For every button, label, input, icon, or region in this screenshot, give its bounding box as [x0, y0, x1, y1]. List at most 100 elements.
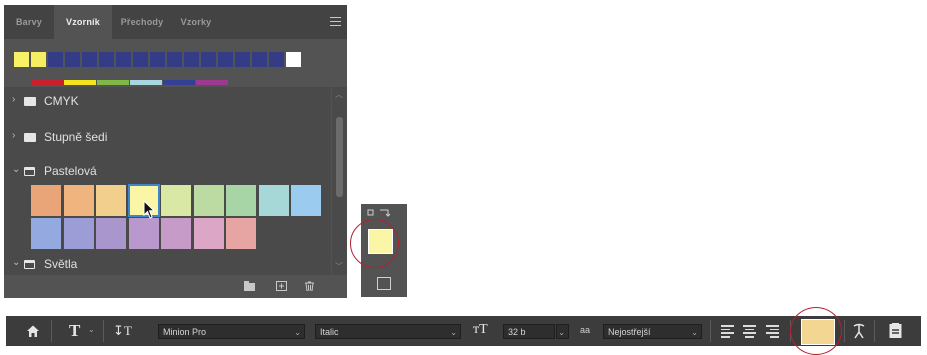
character-panel-icon[interactable]: [889, 323, 902, 339]
antialias-select[interactable]: Nejostřejší ⌄: [603, 324, 702, 339]
antialias-icon: aa: [580, 325, 591, 335]
recent-swatch[interactable]: [150, 52, 165, 67]
tab-vzornik[interactable]: Vzorník: [54, 5, 112, 39]
divider: [51, 320, 52, 342]
divider: [710, 320, 711, 342]
align-left-icon[interactable]: [721, 325, 734, 338]
ribbon-swatch[interactable]: [130, 80, 162, 85]
home-icon[interactable]: [26, 324, 40, 338]
chevron-right-icon[interactable]: ›: [12, 95, 22, 105]
highlight-circle: [790, 307, 842, 355]
pastel-swatch[interactable]: [96, 185, 126, 216]
panel-menu-icon[interactable]: [330, 17, 341, 27]
folder-open-icon: [24, 260, 35, 269]
font-style-select[interactable]: Italic ⌄: [315, 324, 461, 339]
group-label: Světla: [44, 257, 78, 271]
pastel-swatch[interactable]: [96, 218, 126, 249]
swatches-panel: Barvy Vzorník Přechody Vzorky › CMYK › S…: [4, 5, 347, 298]
recent-swatch[interactable]: [218, 52, 233, 67]
tab-vzorky[interactable]: Vzorky: [172, 5, 220, 39]
recent-swatch[interactable]: [167, 52, 182, 67]
ribbon-swatch[interactable]: [64, 80, 96, 85]
tab-barvy[interactable]: Barvy: [4, 5, 54, 39]
scrollbar[interactable]: ︿ ﹀: [332, 87, 347, 275]
font-family-select[interactable]: Minion Pro ⌄: [158, 324, 305, 339]
folder-icon: [24, 97, 36, 106]
recent-swatch[interactable]: [269, 52, 284, 67]
chevron-down-icon[interactable]: ⌄: [12, 258, 22, 268]
font-style-value: Italic: [320, 327, 339, 337]
recent-swatch[interactable]: [116, 52, 131, 67]
pastel-swatch[interactable]: [193, 218, 224, 249]
scroll-down-icon[interactable]: ﹀: [335, 261, 343, 272]
recent-swatch[interactable]: [82, 52, 97, 67]
ribbon-swatch[interactable]: [97, 80, 129, 85]
panel-bottom-bar: [4, 275, 347, 298]
folder-open-icon: [24, 167, 35, 176]
pastel-swatch[interactable]: [63, 185, 94, 216]
ribbon-swatch[interactable]: [31, 80, 63, 85]
recent-swatch[interactable]: [14, 52, 29, 67]
pastel-swatch[interactable]: [63, 218, 94, 249]
group-svetla[interactable]: ⌄ Světla: [4, 250, 331, 278]
chevron-down-icon: ⌄: [691, 328, 698, 337]
recent-swatch[interactable]: [252, 52, 267, 67]
ribbon-swatch[interactable]: [163, 80, 195, 85]
recent-swatch[interactable]: [31, 52, 46, 67]
pastel-swatch[interactable]: [31, 185, 61, 216]
recent-swatch[interactable]: [99, 52, 114, 67]
chevron-down-icon[interactable]: ⌄: [12, 165, 22, 175]
chevron-down-icon: ⌄: [450, 328, 457, 337]
font-size-value: 32 b: [508, 327, 526, 337]
font-size-field[interactable]: 32 b: [503, 324, 555, 339]
scroll-up-icon[interactable]: ︿: [335, 89, 343, 100]
group-stupne-sedi[interactable]: › Stupně šedi: [4, 123, 331, 151]
control-bar: T ⌄ ↧T Minion Pro ⌄ Italic ⌄ ᴛT 32 b ⌄ a…: [6, 316, 921, 346]
vertical-type-icon[interactable]: ↧T: [113, 323, 132, 339]
chevron-down-icon: ⌄: [558, 328, 565, 337]
folder-icon: [24, 133, 36, 142]
group-cmyk[interactable]: › CMYK: [4, 87, 331, 115]
highlight-circle: [350, 219, 399, 268]
recent-swatch[interactable]: [65, 52, 80, 67]
align-right-icon[interactable]: [766, 325, 779, 338]
antialias-value: Nejostřejší: [608, 327, 651, 337]
divider: [844, 320, 845, 342]
pastel-swatch[interactable]: [226, 185, 256, 216]
recent-swatch[interactable]: [201, 52, 216, 67]
pastel-swatch[interactable]: [31, 218, 61, 249]
pastel-swatch[interactable]: [226, 218, 256, 249]
pastel-swatch[interactable]: [258, 185, 289, 216]
align-center-icon[interactable]: [743, 325, 756, 338]
recent-swatch[interactable]: [184, 52, 199, 67]
scrollbar-thumb[interactable]: [336, 117, 343, 197]
group-label: Pastelová: [44, 164, 97, 178]
swatch-group-list: › CMYK › Stupně šedi ⌄ Pastelová ⌄ Světl…: [4, 87, 331, 275]
pastel-swatch[interactable]: [161, 218, 191, 249]
font-family-value: Minion Pro: [163, 327, 207, 337]
warp-text-icon[interactable]: [852, 323, 866, 339]
recent-swatch[interactable]: [48, 52, 63, 67]
new-group-folder-icon[interactable]: [244, 281, 255, 291]
recent-swatch[interactable]: [235, 52, 250, 67]
font-size-icon: ᴛT: [473, 322, 488, 337]
ribbon-swatch[interactable]: [196, 80, 228, 85]
new-swatch-icon[interactable]: [276, 281, 287, 291]
font-size-dropdown[interactable]: ⌄: [556, 324, 569, 339]
chevron-down-icon: ⌄: [294, 328, 301, 337]
pastel-swatch[interactable]: [161, 185, 191, 216]
tab-prechody[interactable]: Přechody: [112, 5, 172, 39]
group-label: Stupně šedi: [44, 130, 108, 144]
mouse-cursor-icon: [143, 200, 156, 219]
pastel-swatch[interactable]: [193, 185, 224, 216]
group-pastelova[interactable]: ⌄ Pastelová: [4, 157, 331, 185]
pastel-swatch[interactable]: [291, 185, 321, 216]
chevron-down-icon[interactable]: ⌄: [88, 325, 95, 334]
recent-swatch[interactable]: [286, 52, 301, 67]
recent-swatch[interactable]: [133, 52, 148, 67]
trash-icon[interactable]: [304, 281, 315, 291]
pastel-swatch[interactable]: [128, 218, 159, 249]
type-tool-icon[interactable]: T: [69, 321, 80, 341]
chevron-right-icon[interactable]: ›: [12, 131, 22, 141]
draw-mode-icon[interactable]: [377, 277, 391, 290]
